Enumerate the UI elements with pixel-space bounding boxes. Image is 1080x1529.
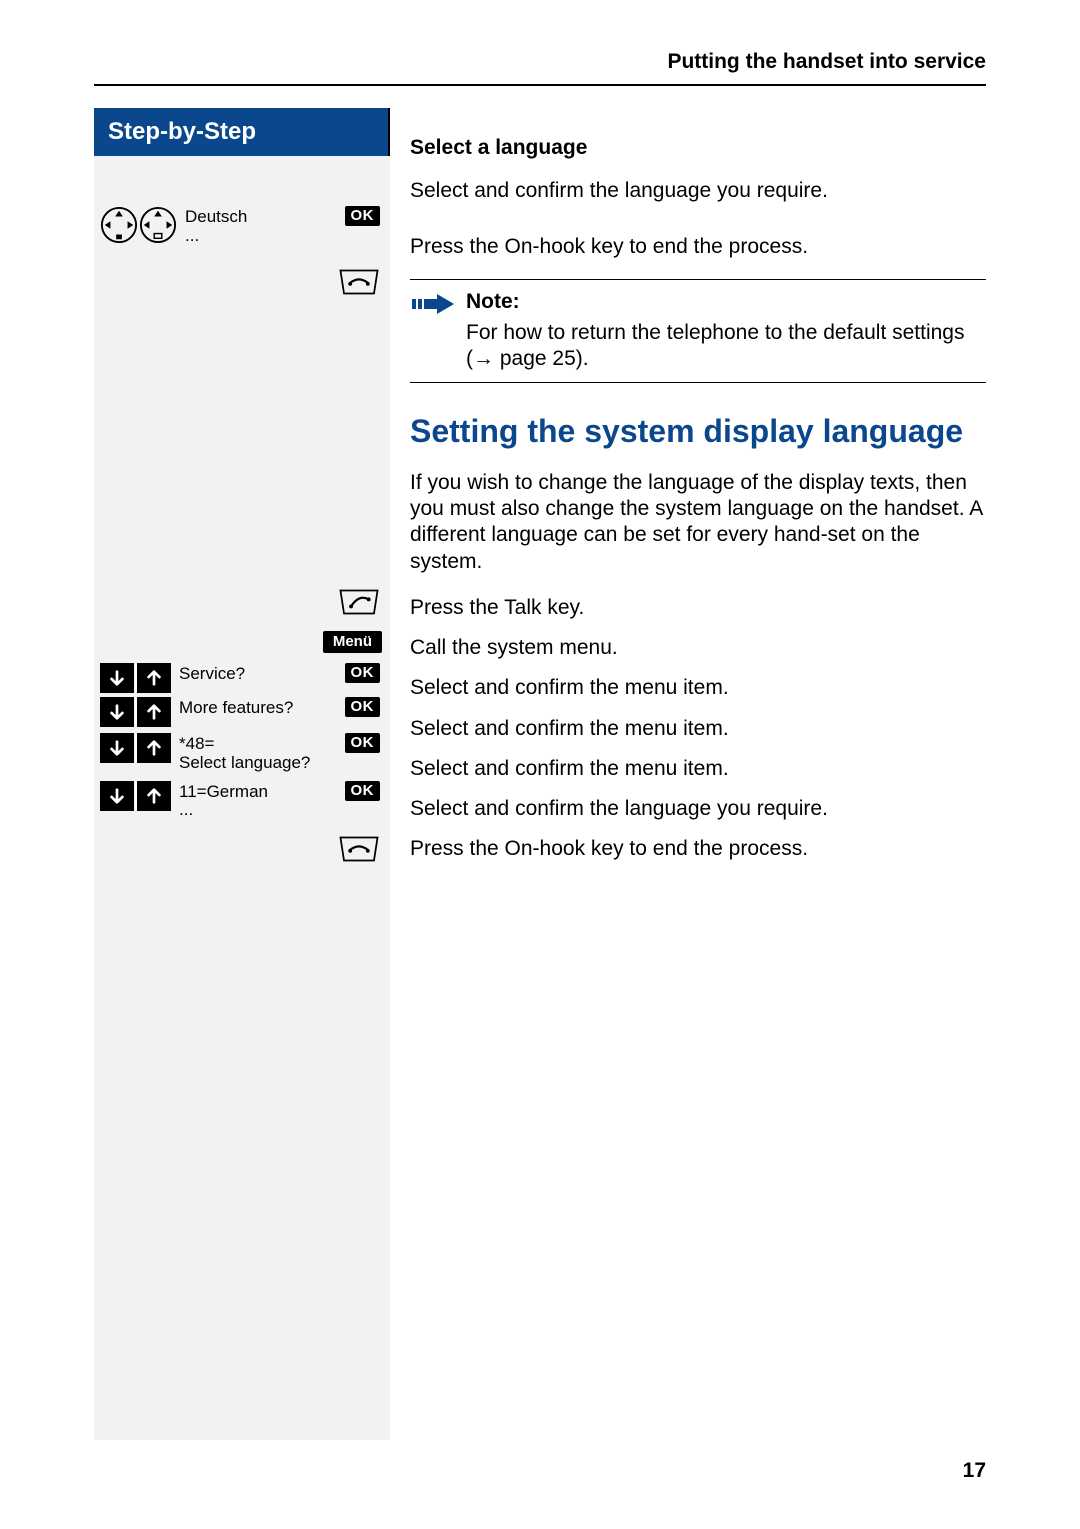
text-select-confirm-item-3: Select and confirm the menu item. xyxy=(410,756,986,782)
on-hook-key-icon xyxy=(336,267,382,299)
text-select-confirm-language-2: Select and confirm the language you requ… xyxy=(410,796,986,822)
sidebar-body: Deutsch ... OK xyxy=(94,156,390,1440)
text-press-onhook-2: Press the On-hook key to end the process… xyxy=(410,836,986,862)
note-text: For how to return the telephone to the d… xyxy=(466,320,986,373)
step-label: More features? xyxy=(171,697,332,718)
up-arrow-icon xyxy=(135,663,171,693)
text-call-system-menu: Call the system menu. xyxy=(410,635,986,661)
dpad-icon xyxy=(139,206,177,244)
step-row-german: 11=German ... OK xyxy=(94,777,390,824)
dpad-icon xyxy=(100,206,138,244)
sidebar-title: Step-by-Step xyxy=(94,108,388,156)
down-arrow-icon xyxy=(100,733,134,763)
down-arrow-icon xyxy=(100,663,134,693)
subheading-select-language: Select a language xyxy=(410,136,986,160)
ok-badge: OK xyxy=(345,206,381,226)
step-row-onhook-2 xyxy=(94,830,390,870)
menu-badge: Menü xyxy=(323,631,382,653)
step-row-talk xyxy=(94,583,390,623)
step-row-more-features: More features? OK xyxy=(94,695,390,729)
header-rule xyxy=(94,84,986,86)
sidebar: Step-by-Step xyxy=(0,108,390,1440)
note-title: Note: xyxy=(466,290,986,314)
chapter-title: Putting the handset into service xyxy=(0,0,1080,84)
ok-badge: OK xyxy=(345,781,381,801)
up-arrow-icon xyxy=(135,697,171,727)
page-number: 17 xyxy=(963,1459,986,1483)
up-arrow-icon xyxy=(135,733,171,763)
step-label: Deutsch ... xyxy=(177,206,332,245)
step-label: 11=German ... xyxy=(171,781,332,820)
ok-badge: OK xyxy=(345,663,381,683)
step-row-service: Service? OK xyxy=(94,661,390,695)
step-row-menu: Menü xyxy=(94,623,390,661)
section-title: Setting the system display language xyxy=(410,413,986,450)
text-press-onhook: Press the On-hook key to end the process… xyxy=(410,234,986,260)
talk-key-icon xyxy=(336,587,382,619)
down-arrow-icon xyxy=(100,697,134,727)
step-row-select-language: *48= Select language? OK xyxy=(94,729,390,776)
text-select-confirm-language: Select and confirm the language you requ… xyxy=(410,178,986,204)
text-select-confirm-item-2: Select and confirm the menu item. xyxy=(410,716,986,742)
step-row-onhook xyxy=(94,263,390,303)
text-intro-para: If you wish to change the language of th… xyxy=(410,470,986,575)
down-arrow-icon xyxy=(100,781,134,811)
on-hook-key-icon xyxy=(336,834,382,866)
main-content: Select a language Select and confirm the… xyxy=(390,108,1080,1440)
up-arrow-icon xyxy=(135,781,171,811)
ok-badge: OK xyxy=(345,733,381,753)
note-arrow-icon xyxy=(412,292,460,321)
step-row-language: Deutsch ... OK xyxy=(94,202,390,249)
step-label: *48= Select language? xyxy=(171,733,332,772)
text-select-confirm-item-1: Select and confirm the menu item. xyxy=(410,675,986,701)
step-label: Service? xyxy=(171,663,332,684)
note-box: Note: For how to return the telephone to… xyxy=(410,279,986,384)
text-press-talk: Press the Talk key. xyxy=(410,595,986,621)
ok-badge: OK xyxy=(345,697,381,717)
